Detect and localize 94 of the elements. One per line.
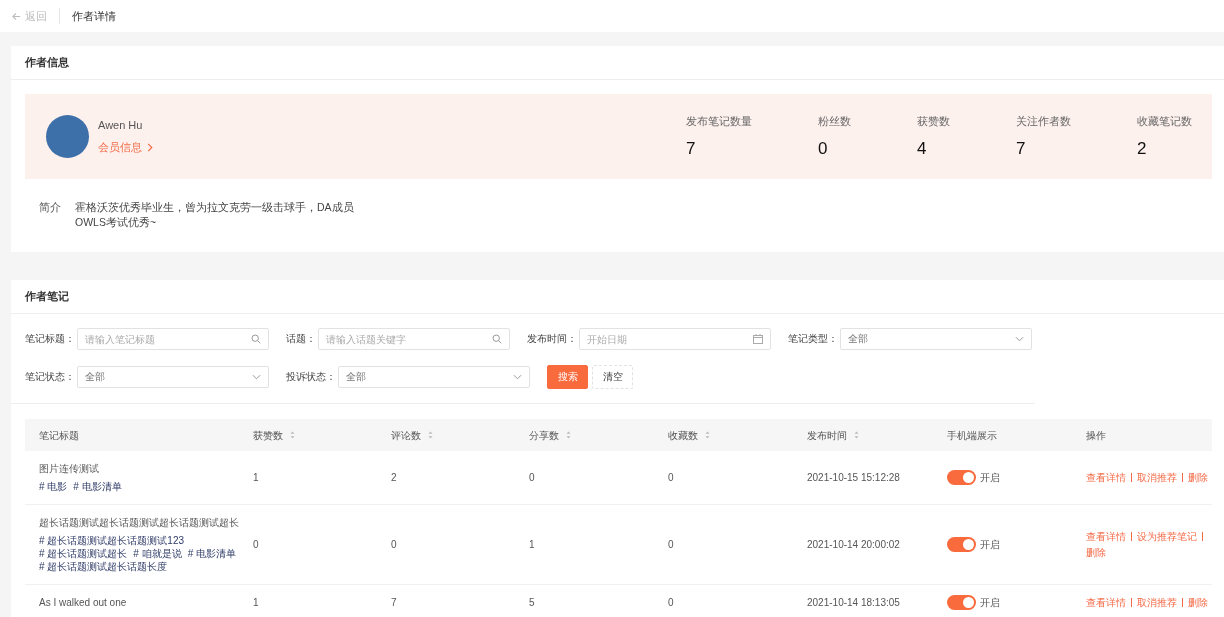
- table-cell: 2021-10-14 20:00:02: [807, 539, 900, 550]
- section-title: 作者信息: [11, 46, 1224, 80]
- table-cell: 7: [391, 597, 397, 608]
- sort-icon[interactable]: [705, 431, 710, 439]
- table-cell: 1: [529, 539, 535, 550]
- action-link[interactable]: 删除: [1188, 471, 1208, 484]
- stat-label: 获赞数: [917, 114, 950, 129]
- toggle-switch[interactable]: [947, 470, 976, 485]
- stat-value: 4: [917, 139, 928, 159]
- toggle-label: 开启: [980, 596, 1000, 609]
- column-header: 手机端展示: [947, 428, 997, 442]
- filter-label: 投诉状态：: [286, 370, 336, 384]
- intro-text: 霍格沃茨优秀毕业生，曾为拉文克劳一级击球手，DA成员 OWLS考试优秀~: [75, 200, 354, 230]
- search-icon: [492, 334, 502, 344]
- table-cell: 0: [529, 472, 535, 483]
- toggle-label: 开启: [980, 471, 1000, 484]
- member-info-link[interactable]: 会员信息: [98, 139, 153, 155]
- column-header: 获赞数: [253, 428, 283, 442]
- column-header: 操作: [1086, 428, 1106, 442]
- sort-icon[interactable]: [854, 431, 859, 439]
- stat-value: 0: [818, 139, 829, 159]
- note-title: 图片连传测试: [39, 462, 100, 475]
- filter-label: 笔记状态：: [25, 370, 75, 384]
- chevron-down-icon: [513, 374, 522, 380]
- action-link[interactable]: 删除: [1188, 596, 1208, 609]
- topic-tag[interactable]: # 超长话题测试超长话题长度: [39, 560, 168, 573]
- stat-label: 收藏笔记数: [1137, 114, 1192, 129]
- toggle-label: 开启: [980, 538, 1000, 551]
- table-cell: 0: [668, 597, 674, 608]
- column-header: 分享数: [529, 428, 559, 442]
- clear-button[interactable]: 清空: [592, 365, 633, 389]
- table-cell: 0: [253, 539, 259, 550]
- date-field[interactable]: 开始日期: [579, 328, 771, 350]
- chevron-down-icon: [252, 374, 261, 380]
- filter-label: 发布时间：: [527, 332, 577, 346]
- topic-tag[interactable]: # 电影清单: [73, 480, 122, 493]
- search-field[interactable]: 请输入笔记标题: [77, 328, 269, 350]
- table-cell: 1: [253, 472, 259, 483]
- action-link[interactable]: 查看详情: [1086, 530, 1126, 543]
- sort-icon[interactable]: [290, 431, 295, 439]
- topic-tag[interactable]: # 电影清单: [187, 547, 237, 560]
- action-link[interactable]: 删除: [1086, 546, 1106, 559]
- table-cell: 5: [529, 597, 535, 608]
- back-button[interactable]: 返回: [12, 8, 47, 24]
- action-link[interactable]: 设为推荐笔记: [1137, 530, 1197, 543]
- calendar-icon: [753, 334, 763, 344]
- chevron-right-icon: [147, 142, 153, 152]
- column-header: 评论数: [391, 428, 421, 442]
- toggle-switch[interactable]: [947, 595, 976, 610]
- avatar: [46, 115, 89, 158]
- search-field[interactable]: 请输入话题关键字: [318, 328, 510, 350]
- topic-tag[interactable]: # 超长话题测试超长: [39, 547, 128, 560]
- topic-tag[interactable]: # 超长话题测试超长话题测试123: [39, 534, 185, 547]
- stat-value: 7: [1016, 139, 1027, 159]
- intro-label: 简介: [39, 200, 61, 215]
- chevron-down-icon: [1015, 336, 1024, 342]
- filter-label: 话题：: [286, 332, 316, 346]
- table-cell: 0: [668, 472, 674, 483]
- author-name: Awen Hu: [98, 118, 144, 131]
- table-cell: 0: [668, 539, 674, 550]
- action-link[interactable]: 查看详情: [1086, 596, 1126, 609]
- page-title: 作者详情: [72, 8, 116, 24]
- toggle-switch[interactable]: [947, 537, 976, 552]
- column-header: 发布时间: [807, 428, 847, 442]
- topic-tag[interactable]: # 电影: [39, 480, 68, 493]
- dropdown-field[interactable]: 全部: [77, 366, 269, 388]
- table-cell: 2021-10-14 18:13:05: [807, 597, 900, 608]
- stat-label: 关注作者数: [1016, 114, 1071, 129]
- action-link[interactable]: 查看详情: [1086, 471, 1126, 484]
- column-header: 收藏数: [668, 428, 698, 442]
- action-link[interactable]: 取消推荐: [1137, 471, 1177, 484]
- back-arrow-icon: [12, 11, 21, 21]
- action-link[interactable]: 取消推荐: [1137, 596, 1177, 609]
- filter-label: 笔记类型：: [788, 332, 838, 346]
- search-button[interactable]: 搜索: [547, 365, 588, 389]
- section-title: 作者笔记: [11, 280, 1224, 314]
- search-icon: [251, 334, 261, 344]
- sort-icon[interactable]: [428, 431, 433, 439]
- stat-value: 7: [686, 139, 697, 159]
- filter-label: 笔记标题：: [25, 332, 75, 346]
- topic-tag[interactable]: # 咱就是说: [133, 547, 182, 560]
- table-cell: 2: [391, 472, 397, 483]
- table-cell: 0: [391, 539, 397, 550]
- stat-value: 2: [1137, 139, 1148, 159]
- stat-label: 发布笔记数量: [686, 114, 752, 129]
- note-title: As I walked out one: [39, 596, 128, 609]
- stat-label: 粉丝数: [818, 114, 851, 129]
- sort-icon[interactable]: [566, 431, 571, 439]
- table-cell: 1: [253, 597, 259, 608]
- table-cell: 2021-10-15 15:12:28: [807, 472, 900, 483]
- note-title: 超长话题测试超长话题测试超长话题测试超长: [39, 516, 240, 529]
- dropdown-field[interactable]: 全部: [840, 328, 1032, 350]
- column-header: 笔记标题: [39, 428, 79, 442]
- dropdown-field[interactable]: 全部: [338, 366, 530, 388]
